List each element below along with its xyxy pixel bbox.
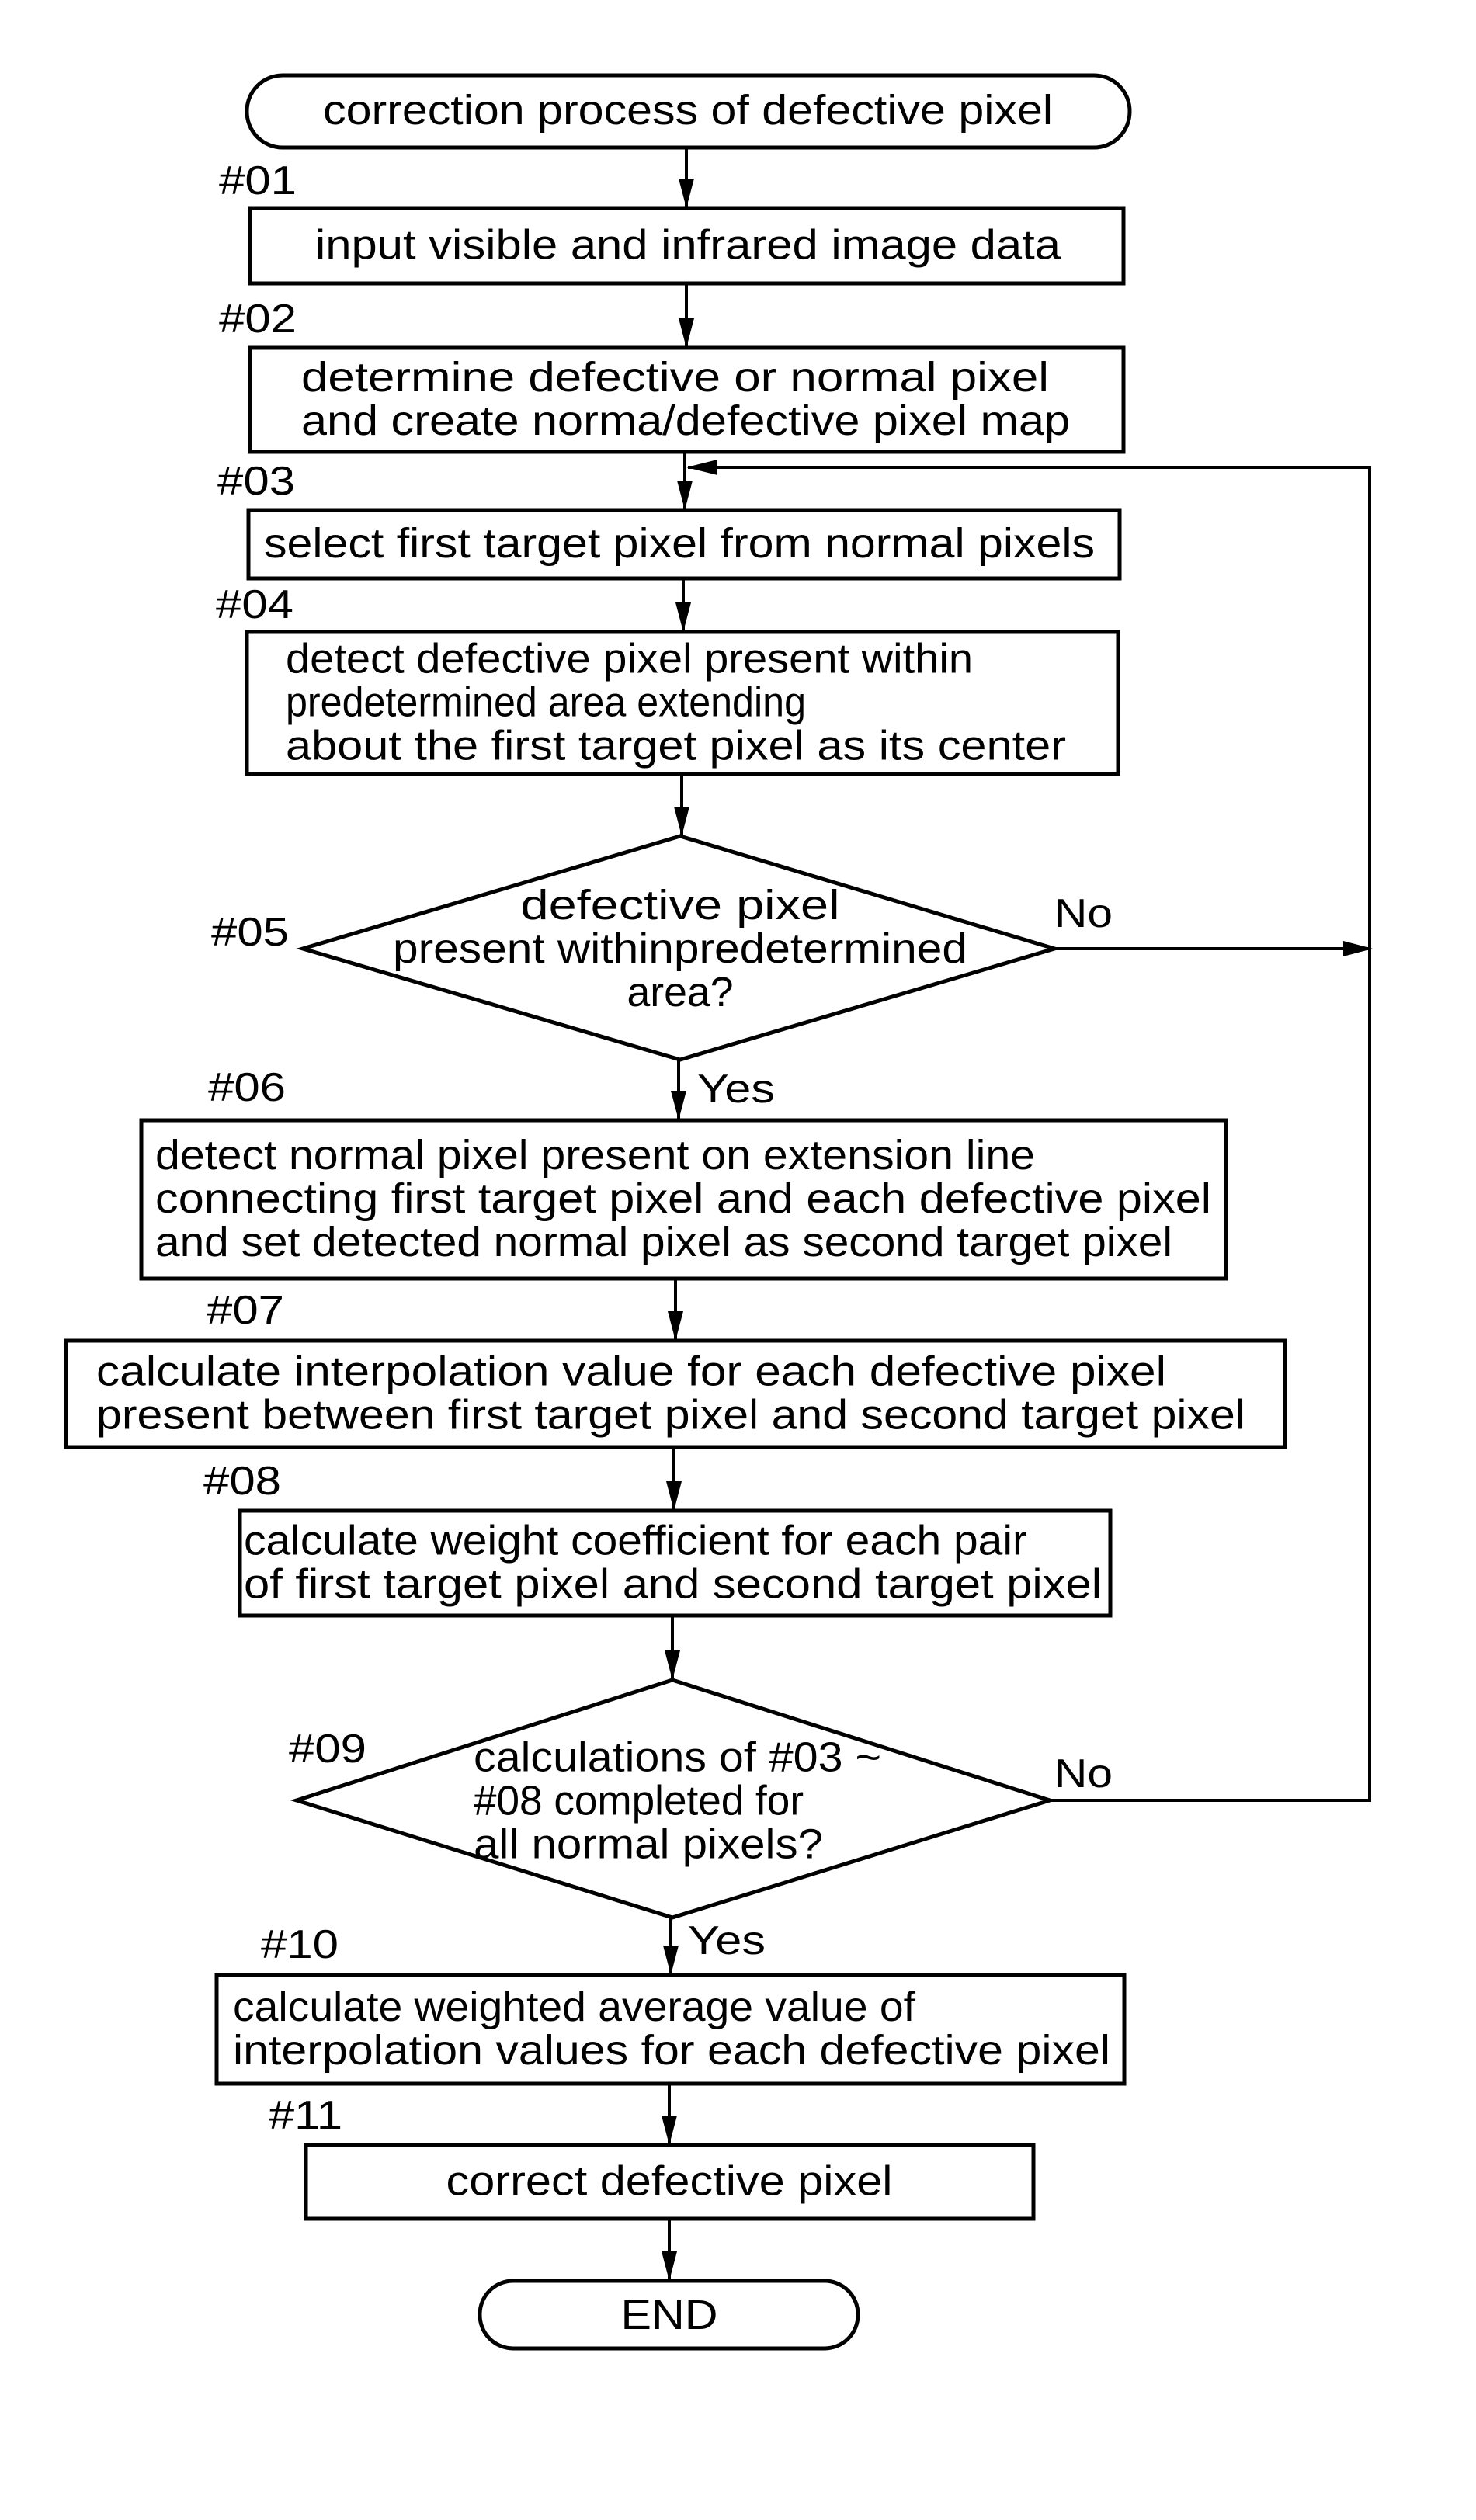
step-text-line: connecting first target pixel and each d… (155, 1175, 1211, 1222)
no-label: No (1054, 1751, 1113, 1796)
step-id-label: #10 (261, 1922, 339, 1967)
step-08-box: #08 calculate weight coefficient for eac… (203, 1459, 1113, 1618)
arrowhead-icon (686, 460, 717, 475)
step-id-label: #01 (219, 158, 297, 203)
no-label: No (1054, 891, 1113, 936)
step-id-label: #05 (211, 910, 289, 955)
step-04-box: #04 detect defective pixel present withi… (216, 582, 1120, 776)
yes-label: Yes (697, 1067, 775, 1112)
step-text-line: of first target pixel and second target … (244, 1560, 1102, 1607)
yes-label: Yes (688, 1918, 766, 1963)
step-text-line: and set detected normal pixel as second … (155, 1219, 1172, 1265)
step-text-line: about the first target pixel as its cent… (286, 722, 1066, 769)
arrowhead-icon (668, 1311, 683, 1341)
arrowhead-icon (679, 179, 694, 208)
arrowhead-icon (666, 1481, 682, 1511)
step-text-line: select first target pixel from normal pi… (264, 520, 1095, 567)
step-text-line: defective pixel (521, 882, 840, 929)
step-id-label: #04 (216, 582, 293, 627)
arrowhead-icon (671, 1091, 686, 1120)
end-label: END (621, 2292, 718, 2338)
step-id-label: #06 (208, 1065, 286, 1110)
step-text-line: interpolation values for each defective … (233, 2027, 1110, 2074)
arrowhead-icon (677, 481, 693, 510)
step-id-label: #03 (217, 459, 295, 504)
start-label: correction process of defective pixel (323, 87, 1053, 134)
step-text-line: predetermined area extending (286, 679, 806, 725)
step-text-line: present withinpredetermined (393, 925, 967, 972)
step-text-line: present between first target pixel and s… (96, 1391, 1245, 1438)
step-02-box: #02 determine defective or normal pixela… (219, 297, 1126, 454)
step-text-line: all normal pixels? (474, 1821, 823, 1867)
step-03-box: #03 select first target pixel from norma… (217, 459, 1122, 581)
step-id-label: #09 (289, 1727, 366, 1772)
arrowhead-icon (662, 2251, 677, 2281)
step-id-label: #08 (203, 1459, 281, 1504)
step-09-decision: #09 calculations of #03 ~#08 completed f… (289, 1678, 1113, 1963)
step-01-box: #01 input visible and infrared image dat… (219, 158, 1126, 286)
arrowhead-icon (662, 2116, 677, 2145)
step-text-line: and create norma/defective pixel map (301, 397, 1070, 444)
arrowhead-icon (679, 318, 694, 348)
step-text-line: correct defective pixel (446, 2157, 893, 2204)
step-05-decision: #05 defective pixelpresent withinpredete… (211, 834, 1113, 1112)
flowchart-canvas: correction process of defective pixel #0… (64, 73, 1373, 2351)
step-text-line: area? (627, 969, 734, 1015)
end-terminator: END (478, 2279, 860, 2351)
step-text-line: detect defective pixel present within (286, 635, 973, 682)
arrowhead-icon (674, 807, 689, 836)
start-terminator: correction process of defective pixel (245, 73, 1132, 150)
step-text-line: #08 completed for (474, 1777, 804, 1824)
arrowhead-icon (665, 1650, 680, 1680)
step-text-line: input visible and infrared image data (315, 221, 1061, 268)
step-text-line: calculate interpolation value for each d… (96, 1348, 1166, 1394)
arrowhead-icon (675, 602, 691, 632)
step-text-line: calculate weighted average value of (233, 1984, 916, 2030)
step-text-line: calculations of #03 ~ (474, 1734, 881, 1780)
step-text-line: determine defective or normal pixel (301, 354, 1049, 401)
step-id-label: #02 (219, 297, 297, 342)
step-text-line: calculate weight coefficient for each pa… (244, 1517, 1027, 1564)
step-11-box: #11 correct defective pixel (269, 2093, 1036, 2221)
step-text-line: detect normal pixel present on extension… (155, 1132, 1035, 1178)
arrowhead-icon (663, 1946, 679, 1975)
step-id-label: #07 (207, 1288, 284, 1333)
step-id-label: #11 (269, 2093, 342, 2138)
